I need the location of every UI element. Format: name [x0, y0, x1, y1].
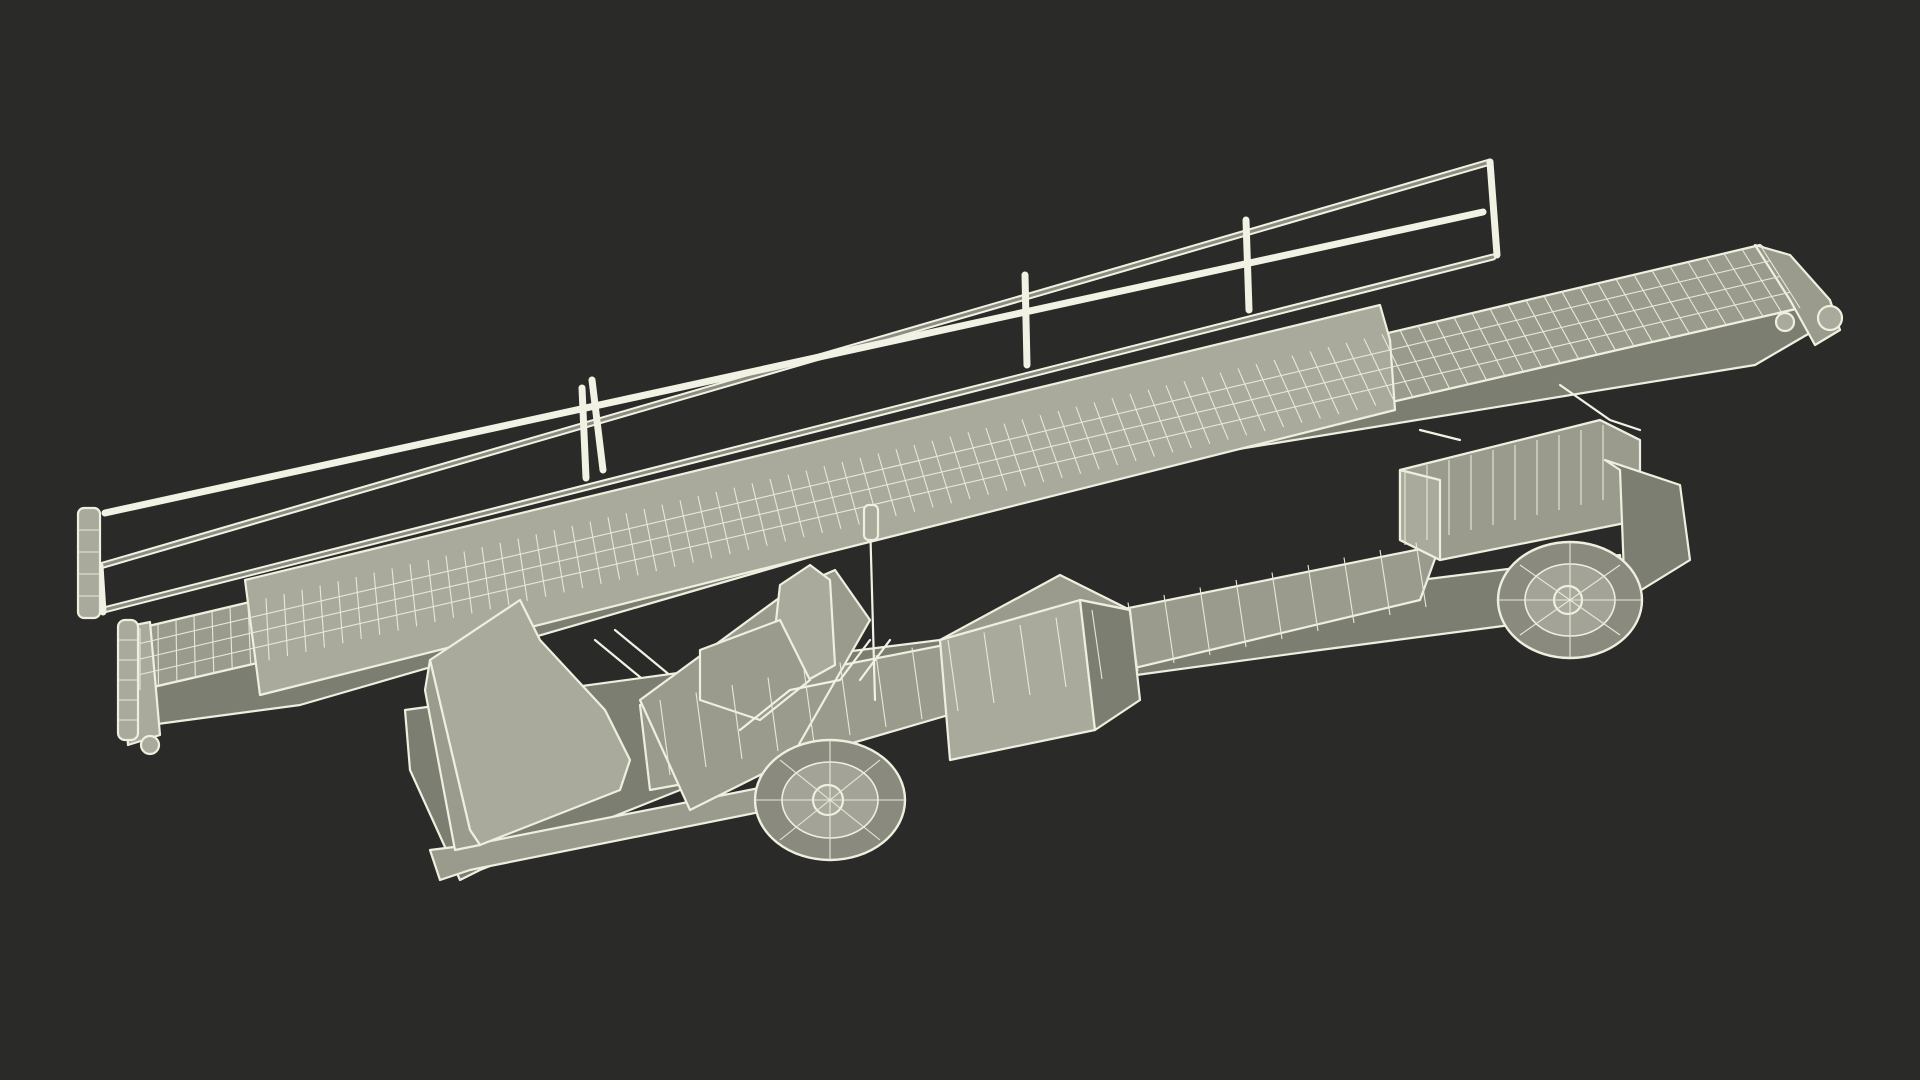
- wireframe-model-render: [76, 158, 1844, 882]
- front-wheel: [753, 738, 907, 862]
- rear-wheel: [1496, 540, 1644, 660]
- render-viewport: [0, 0, 1920, 1080]
